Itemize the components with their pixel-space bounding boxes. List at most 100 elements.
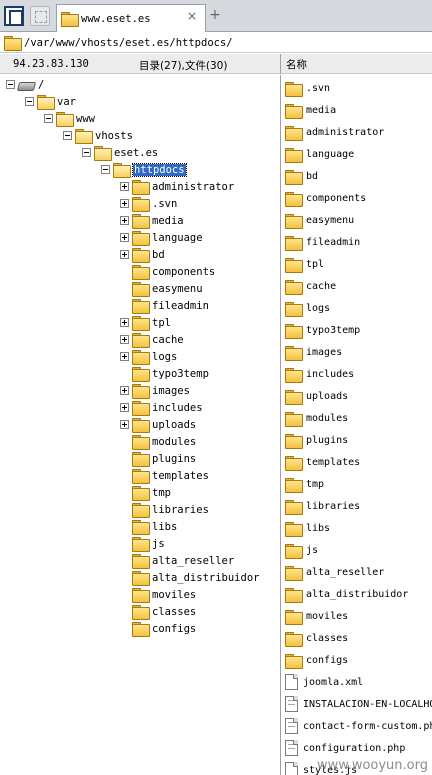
tree-node-includes[interactable]: includes	[120, 399, 203, 416]
tree-node-libraries[interactable]: libraries	[120, 501, 209, 518]
tree-node-modules[interactable]: modules	[120, 433, 196, 450]
expand-icon[interactable]	[120, 250, 129, 259]
tree-node-logs[interactable]: logs	[120, 348, 177, 365]
expand-icon[interactable]	[120, 335, 129, 344]
tree-node-label: www	[76, 112, 95, 125]
tree-node-uploads[interactable]: uploads	[120, 416, 196, 433]
tree-node-root[interactable]: /	[6, 76, 44, 93]
file-list-item[interactable]: configuration.php	[285, 739, 405, 757]
watermark: www.wooyun.org	[316, 758, 428, 773]
file-list-item[interactable]: INSTALACION-EN-LOCALHO	[285, 695, 432, 713]
folder-list-item[interactable]: includes	[285, 365, 354, 383]
tree-node-typo3temp[interactable]: typo3temp	[120, 365, 209, 382]
tree-node-label: cache	[152, 333, 184, 346]
folder-list-item[interactable]: alta_reseller	[285, 563, 384, 581]
folder-icon	[132, 605, 150, 620]
tree-node-classes[interactable]: classes	[120, 603, 196, 620]
expand-icon[interactable]	[120, 420, 129, 429]
tree-node-label: configs	[152, 622, 197, 635]
folder-list-item[interactable]: language	[285, 145, 354, 163]
folder-list-item[interactable]: moviles	[285, 607, 348, 625]
expand-icon[interactable]	[120, 199, 129, 208]
tree-node-www[interactable]: www	[44, 110, 95, 127]
tree-node-moviles[interactable]: moviles	[120, 586, 196, 603]
tree-node-components[interactable]: components	[120, 263, 215, 280]
tree-node-cache[interactable]: cache	[120, 331, 184, 348]
path-field[interactable]: /var/www/vhosts/eset.es/httpdocs/	[24, 37, 233, 49]
tree-node-vhosts[interactable]: vhosts	[63, 127, 133, 144]
tree-node-easymenu[interactable]: easymenu	[120, 280, 203, 297]
folder-list-item[interactable]: tmp	[285, 475, 324, 493]
folder-list-item[interactable]: fileadmin	[285, 233, 360, 251]
tab-close-icon[interactable]: ×	[184, 9, 200, 23]
collapse-icon[interactable]	[82, 148, 91, 157]
file-list-item[interactable]: joomla.xml	[285, 673, 363, 691]
folder-icon	[132, 197, 150, 212]
tree-node-bd[interactable]: bd	[120, 246, 165, 263]
tree-node-media[interactable]: media	[120, 212, 184, 229]
collapse-icon[interactable]	[25, 97, 34, 106]
collapse-icon[interactable]	[101, 165, 110, 174]
tree-node-libs[interactable]: libs	[120, 518, 177, 535]
folder-icon	[56, 112, 74, 127]
collapse-icon[interactable]	[6, 80, 15, 89]
item-label: INSTALACION-EN-LOCALHO	[303, 698, 432, 710]
folder-list-item[interactable]: templates	[285, 453, 360, 471]
expand-icon[interactable]	[120, 182, 129, 191]
expand-icon[interactable]	[120, 216, 129, 225]
expand-icon[interactable]	[120, 233, 129, 242]
folder-list-item[interactable]: bd	[285, 167, 318, 185]
new-window-icon[interactable]	[30, 6, 50, 26]
collapse-icon[interactable]	[63, 131, 72, 140]
expand-icon[interactable]	[120, 318, 129, 327]
tree-node-js[interactable]: js	[120, 535, 165, 552]
path-bar[interactable]: /var/www/vhosts/eset.es/httpdocs/	[0, 33, 432, 53]
tree-node-eset-es[interactable]: eset.es	[82, 144, 158, 161]
folder-list-item[interactable]: tpl	[285, 255, 324, 273]
tree-node-configs[interactable]: configs	[120, 620, 196, 637]
folder-list-item[interactable]: libraries	[285, 497, 360, 515]
file-list-item[interactable]: contact-form-custom.ph	[285, 717, 432, 735]
folder-list-item[interactable]: configs	[285, 651, 348, 669]
folder-list-item[interactable]: libs	[285, 519, 330, 537]
expand-icon[interactable]	[120, 352, 129, 361]
tree-node-alta-distribuidor[interactable]: alta_distribuidor	[120, 569, 259, 586]
tree-node-svn[interactable]: .svn	[120, 195, 177, 212]
folder-list-item[interactable]: uploads	[285, 387, 348, 405]
folder-list-item[interactable]: typo3temp	[285, 321, 360, 339]
name-column-header[interactable]: 名称	[280, 54, 432, 74]
folder-list-item[interactable]: components	[285, 189, 366, 207]
folder-list-item[interactable]: js	[285, 541, 318, 559]
tree-node-language[interactable]: language	[120, 229, 203, 246]
folder-list-item[interactable]: cache	[285, 277, 336, 295]
folder-list-item[interactable]: classes	[285, 629, 348, 647]
tree-node-images[interactable]: images	[120, 382, 190, 399]
folder-icon	[132, 367, 150, 382]
tree-node-tmp[interactable]: tmp	[120, 484, 171, 501]
window-icon[interactable]	[4, 6, 24, 26]
tree-node-plugins[interactable]: plugins	[120, 450, 196, 467]
tree-node-httpdocs[interactable]: httpdocs	[101, 161, 187, 178]
collapse-icon[interactable]	[44, 114, 53, 123]
folder-list-item[interactable]: administrator	[285, 123, 384, 141]
folder-list-item[interactable]: media	[285, 101, 336, 119]
folder-list-item[interactable]: easymenu	[285, 211, 354, 229]
folder-list-item[interactable]: images	[285, 343, 342, 361]
item-label: media	[306, 104, 337, 116]
folder-list-item[interactable]: alta_distribuidor	[285, 585, 408, 603]
tab-title: www.eset.es	[81, 12, 151, 25]
tree-node-administrator[interactable]: administrator	[120, 178, 234, 195]
tree-node-templates[interactable]: templates	[120, 467, 209, 484]
file-icon	[285, 762, 298, 775]
folder-list-item[interactable]: .svn	[285, 79, 330, 97]
folder-list-item[interactable]: logs	[285, 299, 330, 317]
tree-node-alta-reseller[interactable]: alta_reseller	[120, 552, 234, 569]
tree-node-tpl[interactable]: tpl	[120, 314, 171, 331]
folder-list-item[interactable]: modules	[285, 409, 348, 427]
folder-list-item[interactable]: plugins	[285, 431, 348, 449]
expand-icon[interactable]	[120, 403, 129, 412]
add-tab-icon[interactable]: +	[208, 8, 222, 22]
tree-node-var[interactable]: var	[25, 93, 76, 110]
expand-icon[interactable]	[120, 386, 129, 395]
tree-node-fileadmin[interactable]: fileadmin	[120, 297, 209, 314]
